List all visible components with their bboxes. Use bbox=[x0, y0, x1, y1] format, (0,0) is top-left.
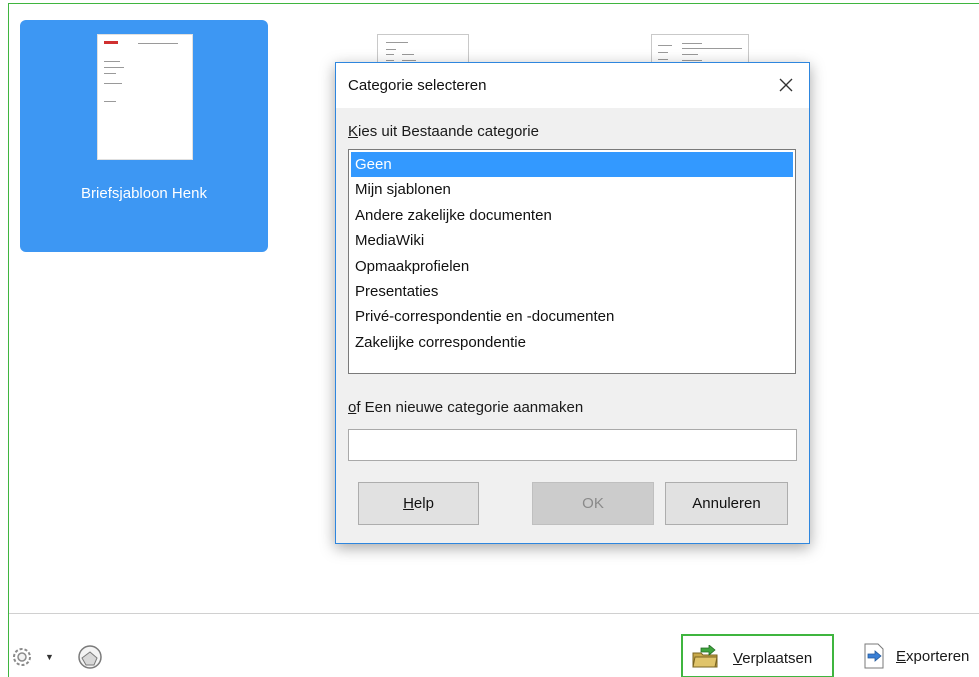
globe-icon[interactable] bbox=[77, 644, 103, 670]
list-item[interactable]: Geen bbox=[351, 152, 793, 178]
chevron-down-icon[interactable]: ▼ bbox=[45, 652, 54, 662]
new-category-label: of Een nieuwe categorie aanmaken bbox=[348, 399, 584, 416]
export-icon bbox=[864, 643, 884, 669]
list-item[interactable]: Zakelijke correspondentie bbox=[351, 330, 793, 355]
list-item[interactable]: MediaWiki bbox=[351, 228, 793, 253]
dialog-titlebar: Categorie selecteren bbox=[336, 63, 809, 108]
gear-icon[interactable] bbox=[11, 646, 33, 668]
cancel-button[interactable]: Annuleren bbox=[665, 482, 788, 525]
list-item[interactable]: Mijn sjablonen bbox=[351, 177, 793, 202]
list-item[interactable]: Andere zakelijke documenten bbox=[351, 203, 793, 228]
dialog-title: Categorie selecteren bbox=[348, 77, 487, 94]
template-thumbnail bbox=[97, 34, 193, 160]
close-icon[interactable] bbox=[771, 71, 801, 99]
move-button[interactable]: Verplaatsen bbox=[681, 634, 834, 677]
move-button-label: Verplaatsen bbox=[733, 650, 813, 667]
template-name: Briefsjabloon Henk bbox=[81, 185, 207, 202]
list-item[interactable]: Presentaties bbox=[351, 279, 793, 304]
category-listbox[interactable]: Geen Mijn sjablonen Andere zakelijke doc… bbox=[348, 149, 796, 374]
select-category-dialog: Categorie selecteren Kies uit Bestaande … bbox=[335, 62, 810, 544]
existing-category-label: Kies uit Bestaande categorie bbox=[348, 123, 539, 140]
move-folder-icon bbox=[692, 645, 718, 668]
bottom-toolbar: ▼ Verplaatsen Exporteren bbox=[9, 613, 979, 677]
list-item[interactable]: Opmaakprofielen bbox=[351, 254, 793, 279]
template-tile-selected[interactable]: Briefsjabloon Henk bbox=[20, 20, 268, 252]
list-item[interactable]: Privé-correspondentie en -documenten bbox=[351, 304, 793, 329]
export-button[interactable]: Exporteren bbox=[852, 636, 979, 676]
help-button[interactable]: Help bbox=[358, 482, 479, 525]
new-category-input[interactable] bbox=[348, 429, 797, 461]
ok-button[interactable]: OK bbox=[532, 482, 654, 525]
export-button-label: Exporteren bbox=[896, 648, 970, 665]
